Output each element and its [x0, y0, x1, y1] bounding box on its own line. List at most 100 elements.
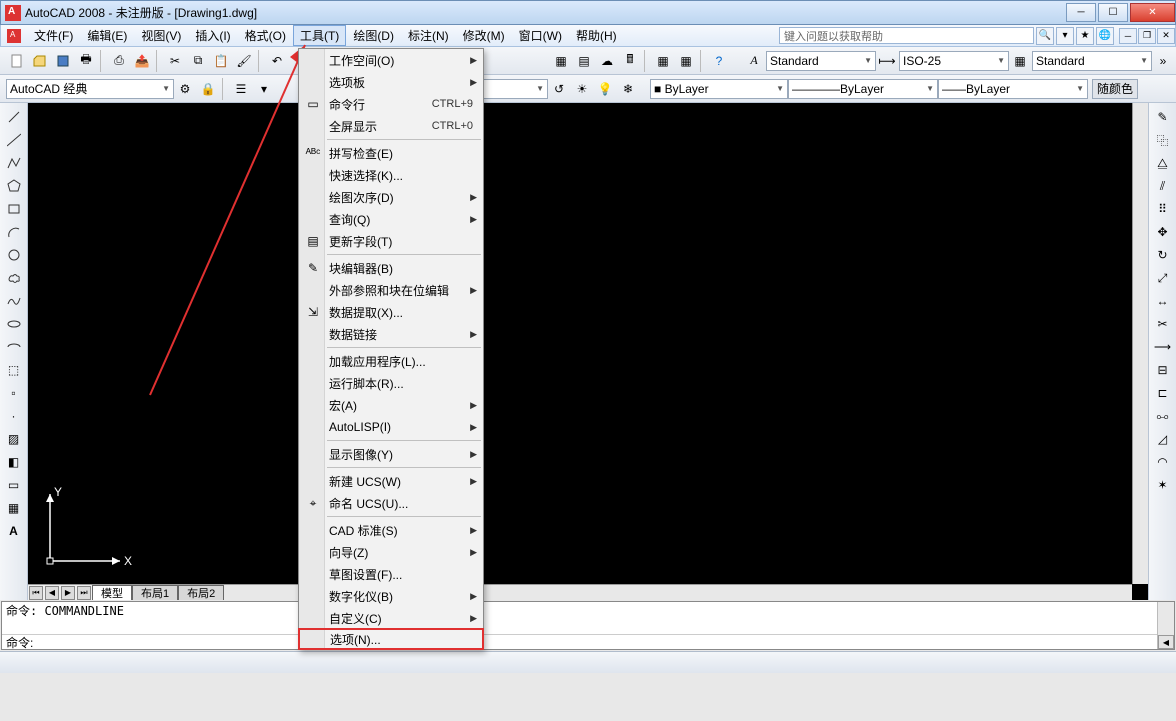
- menu-item[interactable]: 块编辑器(B)✎: [299, 257, 483, 279]
- bycolor-button[interactable]: 随颜色: [1092, 79, 1138, 99]
- menu-item[interactable]: 自定义(C)▶: [299, 607, 483, 629]
- insert-block-tool[interactable]: ⬚: [3, 359, 25, 381]
- linetype-combo[interactable]: ———— ByLayer▼: [788, 79, 938, 99]
- cmd-scroll-left[interactable]: ◀: [1158, 635, 1174, 649]
- layer-iso[interactable]: ☀: [571, 78, 593, 100]
- menu-item[interactable]: 选项板▶: [299, 71, 483, 93]
- print-button[interactable]: 🖶: [75, 50, 97, 72]
- help-globe[interactable]: 🌐: [1096, 27, 1114, 45]
- cut-button[interactable]: ✂: [164, 50, 186, 72]
- make-block-tool[interactable]: ▫: [3, 382, 25, 404]
- hatch-tool[interactable]: ▨: [3, 428, 25, 450]
- layer-off[interactable]: 💡: [594, 78, 616, 100]
- paste-button[interactable]: 📋: [210, 50, 232, 72]
- menu-edit[interactable]: 编辑(E): [80, 25, 134, 46]
- menu-item[interactable]: AutoLISP(I)▶: [299, 416, 483, 438]
- tab-first[interactable]: ⏮: [29, 586, 43, 600]
- save-button[interactable]: [52, 50, 74, 72]
- qcalc-button[interactable]: 🖩: [619, 50, 641, 72]
- region-tool[interactable]: ▭: [3, 474, 25, 496]
- menu-item[interactable]: 数据链接▶: [299, 323, 483, 345]
- new-button[interactable]: [6, 50, 28, 72]
- menu-item[interactable]: 向导(Z)▶: [299, 541, 483, 563]
- tablestyle-combo[interactable]: Standard▼: [1032, 51, 1152, 71]
- doc-minimize[interactable]: ─: [1119, 28, 1137, 44]
- copy-button[interactable]: ⧉: [187, 50, 209, 72]
- circle-tool[interactable]: [3, 244, 25, 266]
- scale-tool[interactable]: ⤢: [1152, 267, 1174, 289]
- menu-item[interactable]: 快速选择(K)...: [299, 164, 483, 186]
- vertical-scrollbar[interactable]: [1132, 103, 1148, 584]
- revcloud-tool[interactable]: [3, 267, 25, 289]
- drawing-canvas[interactable]: X Y ⏮ ◀ ▶ ⏭ 模型 布局1 布局2: [28, 103, 1148, 600]
- menu-item[interactable]: 数字化仪(B)▶: [299, 585, 483, 607]
- explode-tool[interactable]: ✶: [1152, 474, 1174, 496]
- menu-item[interactable]: 全屏显示CTRL+0: [299, 115, 483, 137]
- pline-tool[interactable]: [3, 152, 25, 174]
- textstyle-combo[interactable]: Standard▼: [766, 51, 876, 71]
- doc-restore[interactable]: ❐: [1138, 28, 1156, 44]
- trim-tool[interactable]: ✂: [1152, 313, 1174, 335]
- menu-view[interactable]: 视图(V): [134, 25, 188, 46]
- style-more[interactable]: »: [1152, 50, 1174, 72]
- color-combo[interactable]: ■ ByLayer▼: [650, 79, 788, 99]
- undo-button[interactable]: ↶: [266, 50, 288, 72]
- layer-properties-button[interactable]: ☰: [230, 78, 252, 100]
- mirror-tool[interactable]: ⧋: [1152, 152, 1174, 174]
- dimstyle-combo[interactable]: ISO-25▼: [899, 51, 1009, 71]
- textstyle-icon[interactable]: A: [743, 50, 765, 72]
- extend-tool[interactable]: ⟶: [1152, 336, 1174, 358]
- ellipse-arc-tool[interactable]: [3, 336, 25, 358]
- tab-last[interactable]: ⏭: [77, 586, 91, 600]
- workspace-settings[interactable]: ⚙: [174, 78, 196, 100]
- workspace-lock[interactable]: 🔒: [197, 78, 219, 100]
- menu-item[interactable]: 运行脚本(R)...: [299, 372, 483, 394]
- gradient-tool[interactable]: ◧: [3, 451, 25, 473]
- table-btn[interactable]: ▦: [652, 50, 674, 72]
- stretch-tool[interactable]: ↔: [1152, 290, 1174, 312]
- rect-tool[interactable]: [3, 198, 25, 220]
- menu-item[interactable]: 命名 UCS(U)...⌖: [299, 492, 483, 514]
- publish-button[interactable]: 📤: [131, 50, 153, 72]
- chamfer-tool[interactable]: ◿: [1152, 428, 1174, 450]
- help-search-input[interactable]: [779, 27, 1034, 44]
- fillet-tool[interactable]: ◠: [1152, 451, 1174, 473]
- menu-item[interactable]: 数据提取(X)...⇲: [299, 301, 483, 323]
- help-chevron[interactable]: ▾: [1056, 27, 1074, 45]
- join-tool[interactable]: ⧟: [1152, 405, 1174, 427]
- break-tool[interactable]: ⊏: [1152, 382, 1174, 404]
- menu-item[interactable]: 宏(A)▶: [299, 394, 483, 416]
- menu-item[interactable]: 绘图次序(D)▶: [299, 186, 483, 208]
- help-search-button[interactable]: 🔍: [1036, 27, 1054, 45]
- menu-window[interactable]: 窗口(W): [512, 25, 569, 46]
- table-tool[interactable]: ▦: [3, 497, 25, 519]
- menu-help[interactable]: 帮助(H): [569, 25, 624, 46]
- tablestyle-icon[interactable]: ▦: [1009, 50, 1031, 72]
- menu-draw[interactable]: 绘图(D): [346, 25, 401, 46]
- menu-file[interactable]: 文件(F): [27, 25, 80, 46]
- mtext-tool[interactable]: A: [3, 520, 25, 542]
- copy-tool[interactable]: ⿻: [1152, 129, 1174, 151]
- menu-item[interactable]: 加载应用程序(L)...: [299, 350, 483, 372]
- menu-item[interactable]: 工作空间(O)▶: [299, 49, 483, 71]
- offset-tool[interactable]: ⫽: [1152, 175, 1174, 197]
- array-tool[interactable]: ⠿: [1152, 198, 1174, 220]
- menu-format[interactable]: 格式(O): [238, 25, 293, 46]
- spline-tool[interactable]: [3, 290, 25, 312]
- menu-item[interactable]: 选项(N)...: [298, 628, 484, 650]
- help-star[interactable]: ★: [1076, 27, 1094, 45]
- menu-item[interactable]: 更新字段(T)▤: [299, 230, 483, 252]
- markup-button[interactable]: ☁: [596, 50, 618, 72]
- menu-item[interactable]: 草图设置(F)...: [299, 563, 483, 585]
- plot-preview-button[interactable]: ⎙: [108, 50, 130, 72]
- layout2-tab[interactable]: 布局2: [178, 585, 224, 601]
- open-button[interactable]: [29, 50, 51, 72]
- matchprop-button[interactable]: 🖌: [233, 50, 255, 72]
- tab-prev[interactable]: ◀: [45, 586, 59, 600]
- tool-palette-button[interactable]: ▤: [573, 50, 595, 72]
- layout1-tab[interactable]: 布局1: [132, 585, 178, 601]
- ellipse-tool[interactable]: [3, 313, 25, 335]
- menu-insert[interactable]: 插入(I): [188, 25, 237, 46]
- break-at-tool[interactable]: ⊟: [1152, 359, 1174, 381]
- menu-modify[interactable]: 修改(M): [456, 25, 512, 46]
